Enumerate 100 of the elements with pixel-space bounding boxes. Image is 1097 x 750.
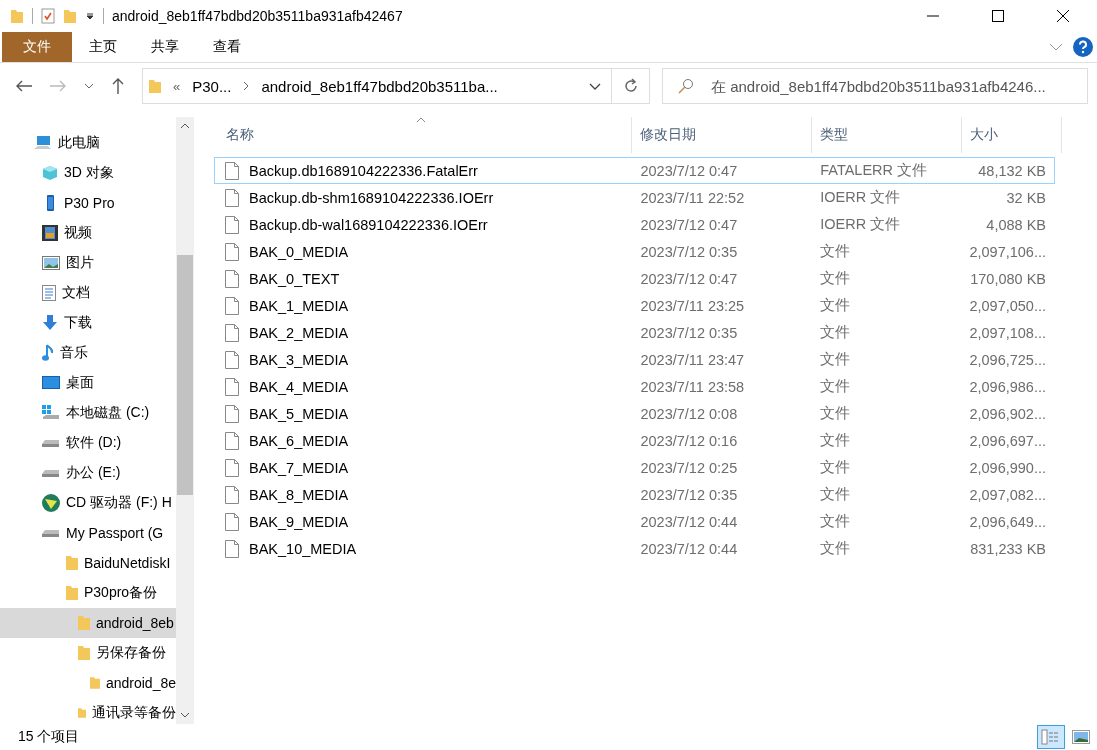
tree-item[interactable]: P30 Pro [0, 188, 176, 218]
maximize-icon[interactable] [992, 10, 1004, 22]
tree-item[interactable]: 通讯录等备份 [0, 698, 176, 728]
tree-item[interactable]: 音乐 [0, 338, 176, 368]
close-icon[interactable] [1057, 10, 1069, 22]
breadcrumb[interactable]: P30... [192, 77, 232, 95]
folder-icon [78, 705, 86, 721]
type-cell-text: 文件 [819, 431, 852, 450]
column-header[interactable]: 名称 [218, 117, 632, 153]
tree-item[interactable]: 桌面 [0, 368, 176, 398]
date-cell-text: 2023/7/12 0:47 [639, 162, 739, 179]
scroll-up-icon[interactable] [180, 123, 190, 129]
size-cell-text: 2,096,986... [968, 378, 1047, 395]
tree-item[interactable]: 下载 [0, 308, 176, 338]
ribbon-tab[interactable]: 共享 [134, 32, 196, 62]
file-name: Backup.db1689104222336.FatalErr [249, 162, 478, 179]
file-row[interactable]: BAK_2_MEDIA 2023/7/12 0:35 文件 2,097,108... [214, 319, 1055, 346]
file-row[interactable]: BAK_8_MEDIA 2023/7/12 0:35 文件 2,097,082... [214, 481, 1055, 508]
file-row[interactable]: BAK_0_TEXT 2023/7/12 0:47 文件 170,080 KB [214, 265, 1055, 292]
file-row[interactable]: BAK_9_MEDIA 2023/7/12 0:44 文件 2,096,649... [214, 508, 1055, 535]
scroll-down-icon[interactable] [180, 712, 190, 718]
column-header[interactable]: 修改日期 [632, 117, 812, 153]
type-cell-text: FATALERR 文件 [819, 161, 929, 180]
ribbon-tab[interactable]: 主页 [72, 32, 134, 62]
chevron-icon[interactable] [1049, 43, 1063, 51]
type-cell-text: 文件 [819, 242, 852, 261]
tree-item[interactable]: 办公 (E:) [0, 458, 176, 488]
tree-item[interactable]: P30pro备份 [0, 578, 176, 608]
size-cell-text: 2,096,649... [968, 513, 1047, 530]
breadcrumb[interactable]: android_8eb1ff47bdbd20b3511ba... [261, 77, 498, 95]
back-arrow-icon[interactable] [16, 80, 32, 92]
details-view-button[interactable] [1037, 725, 1065, 749]
folder-icon [66, 585, 78, 601]
tree-item[interactable]: 图片 [0, 248, 176, 278]
file-row[interactable]: BAK_6_MEDIA 2023/7/12 0:16 文件 2,096,697... [214, 427, 1055, 454]
type-cell-text: 文件 [819, 350, 852, 369]
chevron-right-icon[interactable] [243, 81, 250, 91]
tree-item[interactable]: android_8eb [0, 608, 176, 638]
date-cell-text: 2023/7/12 0:08 [639, 405, 739, 422]
file-row[interactable]: BAK_1_MEDIA 2023/7/11 23:25 文件 2,097,050... [214, 292, 1055, 319]
file-row[interactable]: Backup.db1689104222336.FatalErr 2023/7/12 0:47 FATALERR 文件 48,132 KB [214, 157, 1055, 184]
refresh-button[interactable] [612, 68, 650, 104]
file-icon [225, 404, 239, 423]
date-cell-text: 2023/7/12 0:16 [639, 432, 739, 449]
tree-item[interactable]: 3D 对象 [0, 158, 176, 188]
file-row[interactable]: BAK_0_MEDIA 2023/7/12 0:35 文件 2,097,106... [214, 238, 1055, 265]
date-cell-text: 2023/7/12 0:44 [639, 540, 739, 557]
column-header[interactable]: 大小 [962, 117, 1062, 153]
file-name: BAK_4_MEDIA [249, 378, 349, 395]
music-note-icon [42, 344, 54, 362]
type-cell-text: 文件 [819, 512, 852, 531]
file-row[interactable]: BAK_4_MEDIA 2023/7/11 23:58 文件 2,096,986... [214, 373, 1055, 400]
tree-item[interactable]: android_8e [0, 668, 176, 698]
file-row[interactable]: BAK_7_MEDIA 2023/7/12 0:25 文件 2,096,990... [214, 454, 1055, 481]
picture-icon [42, 256, 60, 270]
help-icon[interactable] [1073, 37, 1093, 57]
size-cell-text: 4,088 KB [985, 216, 1047, 233]
chevron-down-icon[interactable] [84, 83, 94, 89]
file-name: Backup.db-shm1689104222336.IOErr [249, 189, 494, 206]
tree-item[interactable]: 文档 [0, 278, 176, 308]
folder-icon [90, 675, 100, 691]
file-row[interactable]: BAK_5_MEDIA 2023/7/12 0:08 文件 2,096,902... [214, 400, 1055, 427]
file-row[interactable]: Backup.db-wal1689104222336.IOErr 2023/7/12 0:47 IOERR 文件 4,088 KB [214, 211, 1055, 238]
tree-item[interactable]: My Passport (G [0, 518, 176, 548]
overflow-chevron[interactable]: « [173, 78, 181, 94]
tree-item[interactable]: 此电脑 [0, 128, 176, 158]
picture-icon [1072, 730, 1090, 744]
tree-item[interactable]: 软件 (D:) [0, 428, 176, 458]
checklist-icon[interactable] [41, 8, 55, 24]
file-row[interactable]: BAK_10_MEDIA 2023/7/12 0:44 文件 831,233 KB [214, 535, 1055, 562]
tree-item[interactable]: 本地磁盘 (C:) [0, 398, 176, 428]
search-field[interactable]: 在 android_8eb1ff47bdbd20b3511ba931afb4246... [662, 68, 1088, 104]
tree-item[interactable]: CD 驱动器 (F:) H [0, 488, 176, 518]
scrollbar-thumb[interactable] [177, 255, 193, 495]
file-name: BAK_5_MEDIA [249, 405, 349, 422]
type-cell-text: IOERR 文件 [819, 188, 902, 207]
file-row[interactable]: BAK_3_MEDIA 2023/7/11 23:47 文件 2,096,725... [214, 346, 1055, 373]
file-name: BAK_1_MEDIA [249, 297, 349, 314]
dropdown-icon[interactable] [85, 11, 95, 21]
up-arrow-icon[interactable] [112, 78, 124, 94]
chevron-down-icon[interactable] [589, 82, 601, 90]
drive-icon [42, 438, 60, 448]
file-row[interactable]: Backup.db-shm1689104222336.IOErr 2023/7/11 22:52 IOERR 文件 32 KB [214, 184, 1055, 211]
column-header[interactable]: 类型 [812, 117, 962, 153]
tree-item[interactable]: BaiduNetdiskI [0, 548, 176, 578]
file-icon [225, 431, 239, 450]
size-cell-text: 48,132 KB [977, 162, 1047, 179]
details-view-icon [1041, 729, 1061, 745]
tree-item[interactable]: 视频 [0, 218, 176, 248]
size-cell-text: 2,097,050... [968, 297, 1047, 314]
date-cell-text: 2023/7/12 0:35 [639, 243, 739, 260]
file-tab[interactable]: 文件 [2, 32, 72, 62]
date-cell-text: 2023/7/11 23:58 [639, 378, 746, 395]
date-cell-text: 2023/7/11 22:52 [639, 189, 746, 206]
date-cell-text: 2023/7/12 0:35 [639, 324, 739, 341]
file-icon [225, 350, 239, 369]
address-bar[interactable]: « P30... android_8eb1ff47bdbd20b3511ba... [142, 68, 612, 104]
tree-item[interactable]: 另保存备份 [0, 638, 176, 668]
type-cell-text: 文件 [819, 404, 852, 423]
ribbon-tab[interactable]: 查看 [196, 32, 258, 62]
